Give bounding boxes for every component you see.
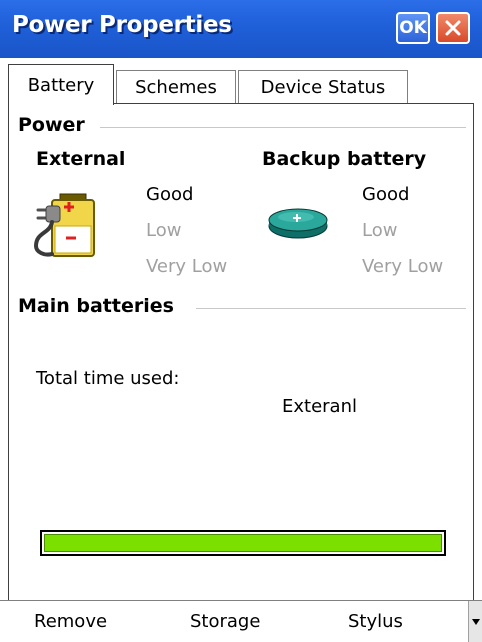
power-section-rule (100, 127, 466, 128)
chevron-down-icon (471, 619, 480, 625)
softkey-remove[interactable]: Remove (34, 611, 107, 632)
coin-cell-battery-icon (268, 208, 328, 239)
tab-device-status[interactable]: Device Status (238, 70, 408, 104)
total-time-used-label: Total time used: (36, 368, 180, 389)
title-bar: Power Properties OK (0, 0, 482, 58)
backup-status-good: Good (362, 184, 410, 205)
tab-strip: Battery Schemes Device Status (8, 64, 482, 105)
ac-plug-battery-icon (34, 193, 95, 257)
backup-battery-heading: Backup battery (262, 148, 427, 170)
tab-battery[interactable]: Battery (8, 64, 114, 105)
window-title: Power Properties (12, 12, 232, 38)
battery-level-fill (44, 534, 442, 552)
main-batteries-section-label: Main batteries (18, 295, 178, 317)
backup-status-very-low: Very Low (362, 256, 444, 277)
close-icon (445, 20, 461, 36)
power-source-text: Exteranl (282, 396, 357, 417)
power-properties-window: Power Properties OK Battery Schemes Devi… (0, 0, 482, 642)
main-batteries-section-rule (196, 308, 466, 309)
tab-content-frame (8, 103, 474, 600)
ok-button[interactable]: OK (396, 12, 430, 44)
backup-status-low: Low (362, 220, 398, 241)
external-heading: External (36, 148, 126, 170)
softbar-scroll-button[interactable] (468, 601, 482, 642)
external-status-good: Good (146, 184, 194, 205)
close-button[interactable] (436, 12, 470, 44)
softkey-stylus[interactable]: Stylus (348, 611, 403, 632)
input-method-bar: Remove Storage Stylus (0, 600, 482, 642)
external-status-low: Low (146, 220, 182, 241)
external-status-very-low: Very Low (146, 256, 228, 277)
tab-schemes[interactable]: Schemes (116, 70, 236, 104)
battery-level-bar (40, 530, 446, 556)
power-section-label: Power (18, 114, 89, 136)
softkey-storage[interactable]: Storage (190, 611, 260, 632)
